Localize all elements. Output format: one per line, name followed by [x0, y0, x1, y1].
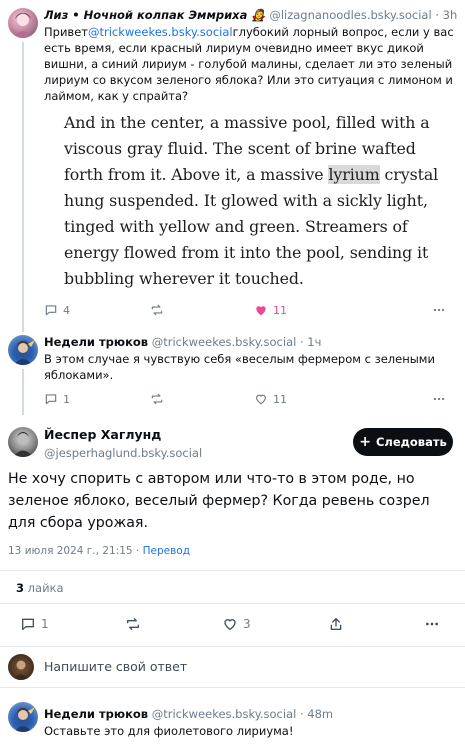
repost-button[interactable]	[150, 303, 164, 317]
likes-label: лайка	[27, 581, 64, 595]
reply-count: 4	[63, 303, 70, 317]
post-meta: 13 июля 2024 г., 21:15 · Перевод	[8, 543, 428, 559]
author-handle[interactable]: @jesperhaglund.bsky.social	[44, 446, 202, 460]
reply-post[interactable]: Недели трюков @trickweekes.bsky.social ·…	[0, 688, 465, 750]
post-text: Оставьте это для фиолетового лириума!	[44, 724, 294, 738]
like-count: 3	[243, 617, 251, 631]
follow-label: Следовать	[375, 435, 447, 449]
author-name[interactable]: Йеспер Хаглунд	[44, 427, 161, 442]
image-highlight: lyrium	[328, 165, 380, 184]
heart-icon	[256, 394, 266, 405]
like-count: 11	[273, 392, 287, 406]
author-handle[interactable]: @trickweekes.bsky.social	[152, 335, 297, 349]
meta-separator: ·	[135, 545, 140, 557]
text-prefix: Привет	[44, 25, 88, 39]
reply-icon	[22, 618, 34, 630]
post-time: · 3h	[435, 8, 458, 22]
translate-link[interactable]: Перевод	[143, 545, 190, 557]
post-header: Йеспер Хаглунд	[44, 427, 324, 443]
repost-button[interactable]	[125, 616, 141, 632]
post-time: · 48m	[299, 707, 334, 721]
post-header: Недели трюков @trickweekes.bsky.social ·…	[44, 706, 459, 722]
author-name[interactable]: Недели трюков	[44, 335, 148, 349]
likes-total: 3	[16, 581, 25, 595]
more-icon	[433, 397, 445, 401]
share-button[interactable]	[328, 616, 344, 632]
main-post-actions: 1 3	[0, 616, 465, 634]
post-header: Лиз • Ночной колпак Эммриха 🧛‍♀️ @lizagn…	[44, 7, 459, 23]
post-liz[interactable]: Лиз • Ночной колпак Эммриха 🧛‍♀️ @lizagn…	[0, 0, 465, 332]
author-handle[interactable]: @trickweekes.bsky.social	[152, 707, 297, 721]
reply-button[interactable]: 1	[20, 616, 49, 632]
more-icon	[426, 622, 438, 626]
reply-button[interactable]: 4	[44, 303, 70, 317]
heart-filled-icon	[256, 306, 266, 316]
author-name[interactable]: Недели трюков	[44, 707, 148, 721]
avatar[interactable]	[8, 8, 38, 38]
follow-button[interactable]: + Следовать	[353, 428, 453, 456]
more-icon	[433, 308, 445, 312]
post-text: Привет@trickweekes.bsky.socialглубокий л…	[44, 24, 456, 104]
like-button[interactable]: 11	[254, 392, 287, 406]
repost-icon	[151, 393, 163, 405]
post-date: 13 июля 2024 г., 21:15	[8, 545, 133, 557]
heart-icon	[224, 619, 236, 631]
reply-composer[interactable]: Напишите свой ответ	[0, 647, 465, 687]
post-text: В этом случае я чувствую себя «веселым ф…	[44, 352, 435, 382]
like-button[interactable]: 11	[254, 303, 287, 317]
avatar[interactable]	[8, 335, 38, 365]
thread-line	[22, 42, 24, 332]
main-post-text: Не хочу спорить с автором или что-то в э…	[8, 471, 430, 531]
like-button[interactable]: 3	[222, 616, 251, 632]
repost-icon	[151, 304, 163, 316]
reply-input[interactable]: Напишите свой ответ	[44, 659, 444, 675]
post-actions: 1 11	[0, 392, 465, 410]
avatar[interactable]	[8, 702, 38, 732]
reply-count: 1	[63, 392, 70, 406]
author-name[interactable]: Лиз • Ночной колпак Эммриха 🧛‍♀️	[44, 8, 266, 22]
more-button[interactable]	[424, 616, 440, 632]
avatar[interactable]	[8, 427, 38, 457]
share-icon	[330, 618, 342, 630]
post-actions: 4 11	[0, 303, 465, 321]
more-button[interactable]	[432, 303, 446, 317]
post-header: Недели трюков @trickweekes.bsky.social ·…	[44, 334, 459, 350]
more-button[interactable]	[432, 392, 446, 406]
repost-button[interactable]	[150, 392, 164, 406]
reply-icon	[45, 394, 57, 405]
divider	[0, 603, 465, 604]
plus-icon: +	[359, 434, 371, 450]
avatar	[8, 654, 34, 680]
author-handle-row: @jesperhaglund.bsky.social	[44, 445, 324, 461]
reply-icon	[45, 305, 57, 316]
like-count: 11	[273, 303, 287, 317]
reply-count: 1	[41, 617, 49, 631]
post-time: · 1ч	[299, 335, 322, 349]
reply-button[interactable]: 1	[44, 392, 70, 406]
attached-image[interactable]: And in the center, a massive pool, fille…	[44, 110, 464, 300]
likes-summary[interactable]: 3 лайка	[16, 580, 216, 596]
divider	[0, 570, 465, 571]
repost-icon	[127, 618, 139, 630]
author-handle[interactable]: @lizagnanoodles.bsky.social	[269, 8, 431, 22]
post-trickweekes[interactable]: Недели трюков @trickweekes.bsky.social ·…	[0, 325, 465, 415]
mention-link[interactable]: @trickweekes.bsky.social	[88, 25, 233, 39]
